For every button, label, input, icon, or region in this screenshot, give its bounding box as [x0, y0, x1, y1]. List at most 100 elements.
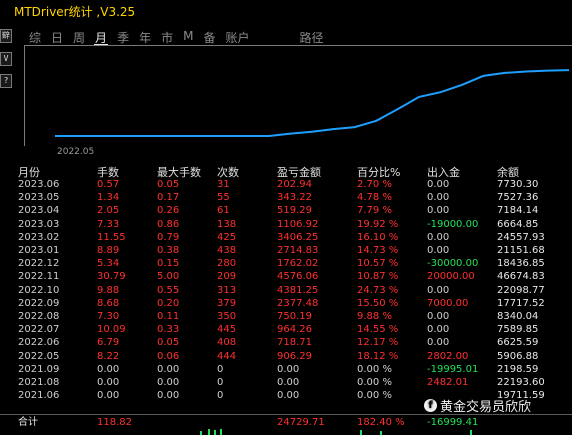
table-cell: 0.38: [157, 245, 180, 256]
table-cell: 0.06: [157, 350, 180, 362]
table-cell: 280: [217, 258, 237, 270]
table-cell: 2482.01: [427, 377, 469, 388]
table-cell: 0.00: [277, 377, 300, 388]
table-cell: 0.00: [97, 363, 120, 375]
table-cell: 6625.59: [497, 337, 539, 349]
table-cell: 55: [217, 192, 230, 204]
table-cell: 31: [217, 179, 230, 190]
table-cell: 438: [217, 245, 237, 256]
table-row: 2023.02 11.55 0.79 425 3406.25 16.10 % 0.00 245…: [18, 231, 572, 244]
table-cell: 7.79 %: [357, 205, 392, 217]
table-cell: 22193.60: [497, 377, 545, 388]
table-row: 2021.09 0.00 0.00 0 0.00 0.00 % -19995.01 2198.…: [18, 363, 572, 376]
table-cell: 2023.01: [18, 245, 60, 256]
table-cell: 8340.04: [497, 311, 539, 322]
table-cell: 0.00: [277, 390, 300, 402]
table-cell: 11.55: [97, 231, 126, 243]
table-cell: 12.17 %: [357, 337, 399, 349]
table-cell: 14.73 %: [357, 245, 399, 256]
table-cell: 0.00: [157, 377, 180, 388]
table-cell: 9.88 %: [357, 311, 392, 322]
table-cell: 0.57: [97, 179, 120, 190]
table-cell: 0.00 %: [357, 390, 392, 402]
table-cell: 0.00: [427, 231, 450, 243]
table-cell: 2022.07: [18, 324, 60, 336]
table-cell: 444: [217, 350, 237, 362]
menu-item-7[interactable]: M: [182, 29, 194, 45]
table-cell: 7.33: [97, 218, 120, 230]
total-profit: 24729.71: [277, 417, 325, 428]
table-row: 2022.08 7.30 0.11 350 750.19 9.88 % 0.00 8340.0…: [18, 310, 572, 323]
table-cell: 16.10 %: [357, 231, 399, 243]
table-cell: 2023.06: [18, 179, 60, 190]
table-cell: 0.00 %: [357, 363, 392, 375]
table-cell: 425: [217, 231, 237, 243]
menu-item-3[interactable]: 月: [94, 29, 109, 45]
window-title: MTDriver统计 ,V3.25: [14, 5, 136, 19]
table-cell: 0.00 %: [357, 377, 392, 388]
side-button-v[interactable]: V: [0, 52, 12, 66]
side-button-1[interactable]: 辥: [0, 29, 12, 43]
table-cell: 2022.05: [18, 350, 60, 362]
table-cell: 0.15: [157, 258, 180, 270]
table-cell: 350: [217, 311, 237, 322]
menu-item-6[interactable]: 市: [160, 29, 174, 45]
table-cell: 0.00: [427, 192, 450, 204]
equity-curve-line: [55, 69, 570, 137]
menu-item-9[interactable]: 账户: [224, 29, 250, 45]
table-cell: 0.33: [157, 324, 180, 336]
table-cell: 0.00: [97, 390, 120, 402]
table-cell: 17717.52: [497, 297, 545, 309]
table-cell: 4381.25: [277, 284, 319, 296]
table-cell: 0.17: [157, 192, 180, 204]
table-cell: 46674.83: [497, 271, 545, 283]
table-cell: 22098.77: [497, 284, 545, 296]
table-cell: 0: [217, 363, 224, 375]
menu-item-10[interactable]: 路径: [299, 29, 325, 45]
table-cell: 2022.06: [18, 337, 60, 349]
table-cell: 7.30: [97, 311, 120, 322]
table-cell: 6.79: [97, 337, 120, 349]
total-percent: 182.40 %: [357, 417, 405, 428]
table-cell: 2714.83: [277, 245, 319, 256]
table-cell: 209: [217, 271, 237, 283]
table-cell: 906.29: [277, 350, 312, 362]
table-cell: 7589.85: [497, 324, 539, 336]
help-button[interactable]: ?: [0, 74, 12, 88]
equity-chart: [24, 45, 572, 146]
menu-item-4[interactable]: 季: [116, 29, 130, 45]
table-cell: -30000.00: [427, 258, 479, 270]
table-row: 2023.04 2.05 0.26 61 519.29 7.79 % 0.00 7184.14: [18, 204, 572, 217]
table-cell: 0.20: [157, 297, 180, 309]
table-cell: 1106.92: [277, 218, 319, 230]
menu-item-1[interactable]: 日: [50, 29, 64, 45]
table-cell: 9.88: [97, 284, 120, 296]
table-cell: 0.55: [157, 284, 180, 296]
table-cell: 4.78 %: [357, 192, 392, 204]
menu-item-0[interactable]: 综: [28, 29, 42, 45]
menu-item-5[interactable]: 年: [138, 29, 152, 45]
table-cell: 0.00: [427, 284, 450, 296]
watermark-text: 黄金交易员欣欣: [440, 400, 532, 415]
table-cell: 0.00: [427, 311, 450, 322]
table-cell: 1762.02: [277, 258, 319, 270]
menu-item-2[interactable]: 周: [72, 29, 86, 45]
table-row: 2022.09 8.68 0.20 379 2377.48 15.50 % 7000.00 1…: [18, 297, 572, 310]
table-row: 2021.08 0.00 0.00 0 0.00 0.00 % 2482.01 22193.6…: [18, 376, 572, 389]
table-cell: 14.55 %: [357, 324, 399, 336]
table-cell: 0.00: [427, 245, 450, 256]
table-cell: 2022.12: [18, 258, 60, 270]
table-cell: 2023.03: [18, 218, 60, 230]
menu-item-8[interactable]: 备: [202, 29, 216, 45]
table-cell: 7527.36: [497, 192, 539, 204]
table-cell: 0: [217, 377, 224, 388]
table-cell: 10.57 %: [357, 258, 399, 270]
table-cell: 2198.59: [497, 363, 539, 375]
table-cell: 0.00: [427, 179, 450, 190]
table-cell: 6664.85: [497, 218, 539, 230]
table-cell: 2802.00: [427, 350, 469, 362]
table-cell: 2022.09: [18, 297, 60, 309]
table-cell: -19995.01: [427, 363, 479, 375]
table-cell: 61: [217, 205, 230, 217]
table-cell: 2022.08: [18, 311, 60, 322]
